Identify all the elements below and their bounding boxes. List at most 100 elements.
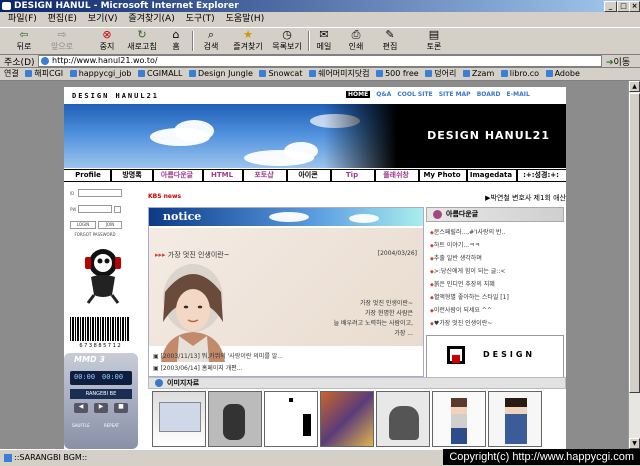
writing-item[interactable]: 문스페릴러...,#'I사랑의 반..: [430, 227, 505, 236]
news-ticker[interactable]: ▶박연철 변호사 제1회 애산: [485, 193, 566, 203]
link-item[interactable]: 쉐어머미지닷컴: [309, 69, 370, 78]
password-input[interactable]: [78, 205, 112, 213]
writing-header: 아름다운글: [426, 207, 564, 222]
image-thumbnail[interactable]: [376, 391, 430, 447]
link-item[interactable]: Design Jungle: [189, 69, 253, 78]
image-thumbnail[interactable]: [488, 391, 542, 447]
nav-myphoto[interactable]: My Photo: [420, 170, 464, 181]
link-item[interactable]: CGIMALL: [138, 69, 182, 78]
discuss-button[interactable]: ▤ 토론: [422, 29, 446, 53]
nav-guestbook[interactable]: 방명록: [114, 170, 150, 181]
nav-profile[interactable]: Profile: [68, 170, 108, 181]
writing-item[interactable]: ♥가장 멋진 인생이란~: [430, 318, 492, 327]
menu-help[interactable]: 도움말(H): [226, 14, 265, 24]
refresh-button[interactable]: ↻ 새로고침: [124, 29, 160, 53]
stop-icon: ⊗: [102, 28, 112, 41]
nav-coolsite[interactable]: COOL SITE: [397, 91, 432, 98]
nav-flash[interactable]: 플래쉬창: [376, 170, 416, 181]
minimize-button[interactable]: _: [604, 1, 617, 12]
nav-email[interactable]: E-MAIL: [507, 91, 530, 98]
feature-headline[interactable]: ▸▸▸ 가장 멋진 인생이란~: [155, 250, 230, 260]
shuffle-button[interactable]: SHUFFLE: [72, 423, 90, 428]
page-icon: [41, 57, 49, 65]
nav-board[interactable]: BOARD: [477, 91, 501, 98]
play-button[interactable]: ▶: [94, 403, 108, 413]
link-item[interactable]: happycgi_job: [70, 69, 132, 78]
nav-icon[interactable]: 아이콘: [288, 170, 328, 181]
nav-tip[interactable]: Tip: [332, 170, 372, 181]
writing-item[interactable]: 이런사람이 되세요 ^^: [430, 305, 492, 314]
forgot-password-link[interactable]: FORGOT PASSWORD: [70, 232, 120, 238]
nav-home[interactable]: HOME: [346, 91, 371, 98]
nav-beautiful-writing[interactable]: 아름다운글: [154, 170, 200, 181]
print-icon: ⎙: [351, 28, 361, 41]
image-thumbnail[interactable]: [152, 391, 206, 447]
id-label: ID: [70, 191, 75, 196]
nav-photoshop[interactable]: 포토샵: [244, 170, 284, 181]
menu-edit[interactable]: 편집(E): [48, 14, 77, 24]
join-button[interactable]: JOIN: [98, 221, 122, 229]
site-logo[interactable]: DESIGN HANUL21: [72, 92, 159, 100]
prev-icon: ◀: [78, 403, 84, 410]
stop-square-icon: ■: [118, 403, 124, 410]
status-page-icon: [4, 454, 12, 462]
menu-file[interactable]: 파일(F): [8, 14, 37, 24]
nav-qa[interactable]: Q&A: [376, 91, 391, 98]
writing-item[interactable]: 추출 일반 생각하며: [430, 253, 482, 262]
menu-favorites[interactable]: 즐겨찾기(A): [128, 14, 174, 24]
vertical-scrollbar[interactable]: ▲ ▼: [628, 81, 640, 449]
player-brand: MMD 3: [74, 355, 105, 364]
id-input[interactable]: [78, 189, 122, 197]
history-button[interactable]: ◷ 목록보기: [268, 29, 306, 53]
nav-bible[interactable]: :+:성경:+:: [518, 170, 564, 181]
nav-imagedata[interactable]: Imagedata: [468, 170, 514, 181]
star-icon: ★: [243, 28, 253, 41]
link-item[interactable]: Zzam: [463, 69, 494, 78]
writing-item[interactable]: 하트 이야기...ㅋㅋ: [430, 240, 480, 249]
writing-item[interactable]: >:당신에게 힘이 되는 글::<: [430, 266, 506, 275]
close-button[interactable]: ×: [629, 1, 640, 12]
writing-item[interactable]: 혈액형별 좋아하는 스타일 [1]: [430, 292, 509, 301]
image-thumbnail[interactable]: [432, 391, 486, 447]
links-label: 연결: [4, 69, 19, 78]
favorites-button[interactable]: ★ 즐겨찾기: [228, 29, 268, 53]
image-thumbnail[interactable]: [264, 391, 318, 447]
link-item[interactable]: 해피CGI: [25, 69, 63, 78]
notice-row[interactable]: ▣ [2003/06/14] 홈페이지 개편...: [153, 363, 243, 372]
writing-item[interactable]: 붉은 인디언 추장의 지혜: [430, 279, 495, 288]
image-thumbnail[interactable]: [208, 391, 262, 447]
stop-play-button[interactable]: ■: [114, 403, 128, 413]
scroll-down-icon[interactable]: ▼: [629, 438, 640, 449]
link-item[interactable]: 덩어리: [425, 69, 456, 78]
login-button[interactable]: LOGIN: [70, 221, 96, 229]
nav-html[interactable]: HTML: [204, 170, 240, 181]
notice-row[interactable]: ▣ [2003/11/13] 뭐,카뷔의 '사랑이란 의미를 알...: [153, 351, 283, 360]
section-bullet-icon: [155, 379, 163, 387]
nav-sitemap[interactable]: SITE MAP: [439, 91, 471, 98]
link-item[interactable]: Snowcat: [259, 69, 302, 78]
link-item[interactable]: 500 free: [376, 69, 419, 78]
image-thumbnail[interactable]: [320, 391, 374, 447]
design-logo-banner[interactable]: DESIGN: [426, 335, 564, 379]
home-button[interactable]: ⌂ 홈: [164, 29, 188, 53]
edit-button[interactable]: ✎ 편집: [378, 29, 402, 53]
forward-button[interactable]: ⇨ 앞으로: [44, 29, 80, 53]
banner-title: DESIGN HANUL21: [427, 129, 550, 142]
menu-tools[interactable]: 도구(T): [186, 14, 215, 24]
scroll-thumb[interactable]: [629, 93, 640, 393]
stop-button[interactable]: ⊗ 중지: [92, 29, 122, 53]
repeat-button[interactable]: REPEAT: [104, 423, 119, 428]
remember-checkbox[interactable]: [114, 206, 121, 213]
scroll-up-icon[interactable]: ▲: [629, 81, 640, 92]
ie-icon: [2, 2, 11, 10]
prev-button[interactable]: ◀: [74, 403, 88, 413]
link-item[interactable]: Adobe: [546, 69, 580, 78]
back-button[interactable]: ⇦ 뒤로: [6, 29, 42, 53]
mail-button[interactable]: ✉ 메일: [312, 29, 336, 53]
search-button[interactable]: ⌕ 검색: [196, 29, 226, 53]
news-tag: KBS news: [148, 193, 182, 200]
address-input[interactable]: http://www.hanul21.wo.to/: [38, 55, 602, 67]
link-item[interactable]: libro.co: [501, 69, 539, 78]
menu-view[interactable]: 보기(V): [88, 14, 118, 24]
print-button[interactable]: ⎙ 인쇄: [344, 29, 368, 53]
